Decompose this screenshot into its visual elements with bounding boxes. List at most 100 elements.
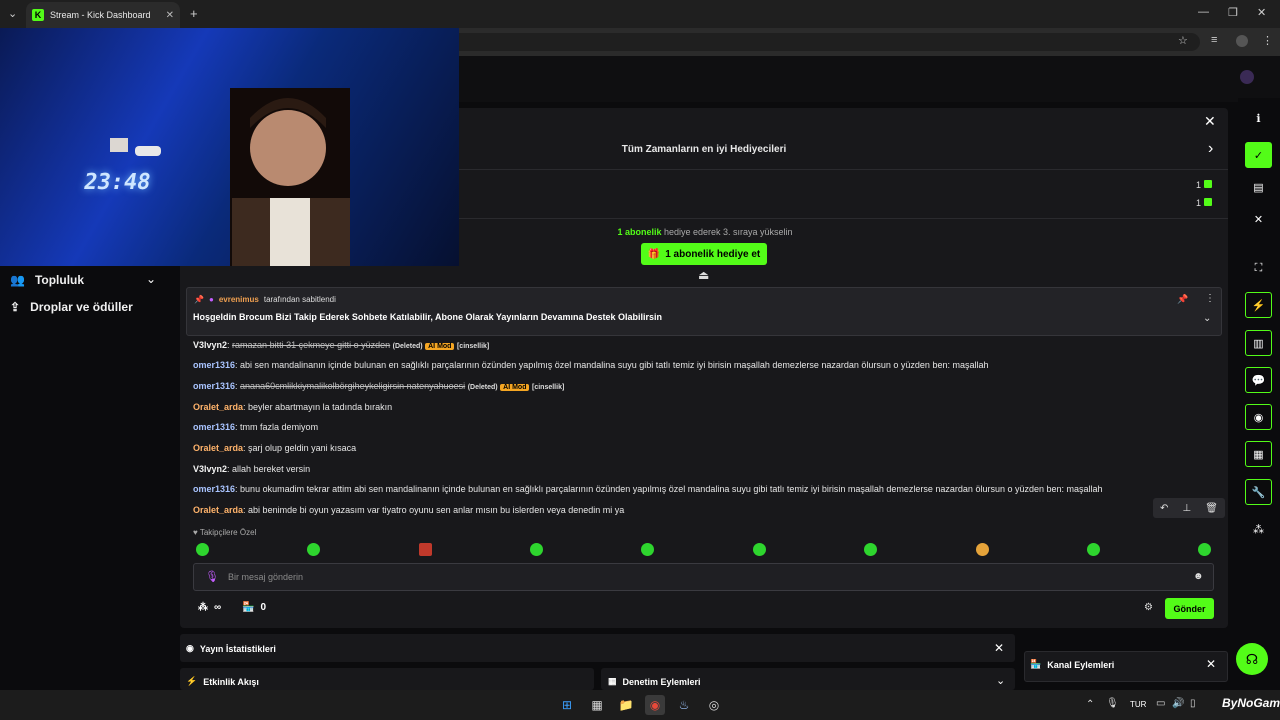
streamer-silhouette	[110, 88, 350, 266]
chat-message[interactable]: Oralet_arda: beyler abartmayın la tadınd…	[193, 402, 392, 412]
chat-username[interactable]: Oralet_arda	[193, 443, 243, 453]
file-explorer-icon[interactable]: 📁	[616, 695, 636, 715]
emote-icon[interactable]	[753, 543, 766, 556]
mic-icon[interactable]: 🎙	[205, 570, 219, 583]
chevron-right-icon[interactable]: ›	[1208, 140, 1213, 158]
info-icon[interactable]: ℹ	[1245, 105, 1272, 131]
panel-title: Etkinlik Akışı	[203, 676, 259, 687]
new-tab-icon[interactable]: +	[190, 6, 198, 21]
gift-rank-info: 1 abonelik hediye ederek 3. sıraya yükse…	[540, 227, 870, 237]
emote-icon[interactable]	[864, 543, 877, 556]
pin-icon[interactable]: ⊥	[1182, 503, 1191, 514]
emote-icon[interactable]	[196, 543, 209, 556]
tray-network-icon[interactable]: ▭	[1156, 698, 1165, 709]
bookmark-star-icon[interactable]: ☆	[1178, 34, 1188, 47]
chat-message[interactable]: Oralet_arda: şarj olup geldin yani kısac…	[193, 443, 356, 453]
tray-language[interactable]: TUR	[1130, 700, 1146, 709]
points-icon[interactable]: ⁂	[1245, 516, 1272, 542]
notes-icon[interactable]: ▥	[1245, 330, 1272, 356]
steam-icon[interactable]: ♨	[674, 695, 694, 715]
chat-username[interactable]: V3lvyn2	[193, 464, 227, 474]
emote-icon[interactable]	[307, 543, 320, 556]
tab-close-icon[interactable]: ✕	[166, 10, 174, 21]
tray-battery-icon[interactable]: ▯	[1190, 698, 1196, 709]
emote-icon[interactable]	[1087, 543, 1100, 556]
tray-chevron-icon[interactable]: ⌃	[1086, 699, 1094, 710]
chat-username[interactable]: omer1316	[193, 484, 235, 494]
chat-text: abi benimde bi oyun yazasım var tiyatro …	[248, 505, 625, 515]
close-icon[interactable]: ✕	[1204, 113, 1216, 130]
gift-icon	[1204, 180, 1213, 188]
lightning-icon[interactable]: ⚡	[1245, 292, 1272, 318]
emote-icon[interactable]	[976, 543, 989, 556]
wrench-icon[interactable]: 🔧	[1245, 479, 1272, 505]
fullscreen-icon[interactable]: ⛶	[1245, 255, 1272, 281]
broadcast-icon[interactable]: ◉	[1245, 404, 1272, 430]
gifter-count: 1	[1196, 198, 1213, 208]
watermark: ByNoGame	[1222, 696, 1280, 710]
reply-icon[interactable]: ↶	[1160, 503, 1168, 514]
layout-icon[interactable]: ▤	[1245, 174, 1272, 200]
emoji-icon[interactable]: ☻	[1193, 571, 1204, 582]
chat-username[interactable]: omer1316	[193, 381, 235, 391]
gift-subscription-button[interactable]: 🎁 1 abonelik hediye et	[641, 243, 767, 265]
channel-points[interactable]: ⁂ ∞	[198, 602, 221, 613]
window-close-icon[interactable]: ✕	[1257, 6, 1266, 19]
shop-button[interactable]: 🏪 0	[242, 602, 266, 613]
chat-message[interactable]: Oralet_arda: abi benimde bi oyun yazasım…	[193, 505, 624, 515]
top-gifters-title: Tüm Zamanların en iyi Hediyecileri	[621, 144, 787, 155]
chat-username[interactable]: V3lvyn2	[193, 340, 227, 350]
chat-text: şarj olup geldin yani kısaca	[248, 443, 357, 453]
minimize-icon[interactable]: —	[1198, 6, 1209, 18]
chat-input-placeholder[interactable]: Bir mesaj gönderin	[228, 572, 303, 582]
profile-avatar[interactable]	[1236, 35, 1248, 47]
chevron-down-icon[interactable]: ⌄	[996, 674, 1005, 687]
chat-username[interactable]: omer1316	[193, 422, 235, 432]
check-icon[interactable]: ✓	[1245, 142, 1272, 168]
collapse-icon[interactable]: ⏏	[698, 268, 709, 282]
support-icon[interactable]: ☊	[1236, 643, 1268, 675]
chat-username[interactable]: omer1316	[193, 360, 235, 370]
chrome-icon[interactable]: ◉	[645, 695, 665, 715]
calculator-icon[interactable]: ▦	[587, 695, 607, 715]
chat-input[interactable]	[193, 563, 1214, 591]
obs-icon[interactable]: ◎	[704, 695, 724, 715]
media-icon[interactable]: ≡	[1211, 34, 1217, 46]
omnibox[interactable]	[448, 33, 1200, 51]
chevron-down-icon[interactable]: ⌄	[146, 272, 156, 286]
delete-icon[interactable]: 🗑	[1205, 503, 1218, 514]
chat-username[interactable]: Oralet_arda	[193, 505, 243, 515]
emote-icon[interactable]	[641, 543, 654, 556]
gear-icon[interactable]: ⚙	[1144, 602, 1153, 613]
chat-username[interactable]: Oralet_arda	[193, 402, 243, 412]
chat-message[interactable]: omer1316: abi sen mandalinanın içinde bu…	[193, 360, 988, 370]
moderation-icon[interactable]: ▦	[1245, 441, 1272, 467]
emote-icon[interactable]	[419, 543, 432, 556]
chat-text: abi sen mandalinanın içinde bulunan en s…	[240, 360, 989, 370]
tab-search-icon[interactable]: ⌄	[8, 7, 17, 20]
send-button[interactable]: Gönder	[1165, 598, 1214, 619]
chat-message[interactable]: V3lvyn2: allah bereket versin	[193, 464, 310, 474]
chevron-down-icon[interactable]: ⌄	[1203, 313, 1211, 324]
maximize-icon[interactable]: ❐	[1228, 6, 1238, 19]
windows-start-icon[interactable]: ⊞	[557, 695, 577, 715]
emote-icon[interactable]	[530, 543, 543, 556]
sidebar-item-drops[interactable]: ⇪ Droplar ve ödüller	[10, 300, 133, 314]
chat-icon[interactable]: 💬	[1245, 367, 1272, 393]
chat-message[interactable]: omer1316: bunu okumadim tekrar attim abi…	[193, 484, 1103, 494]
chat-message[interactable]: omer1316: tmm fazla demiyom	[193, 422, 318, 432]
emote-icon[interactable]	[1198, 543, 1211, 556]
user-avatar[interactable]	[1240, 70, 1254, 84]
unpin-icon[interactable]: 📌	[1177, 294, 1188, 305]
close-icon[interactable]: ✕	[994, 641, 1004, 655]
close-icon[interactable]: ✕	[1245, 206, 1272, 232]
more-options-icon[interactable]: ⋮	[1205, 293, 1215, 304]
tray-volume-icon[interactable]: 🔊	[1172, 698, 1184, 709]
chat-message[interactable]: V3lvyn2: ramazan bitti 31 çekmeye gitti …	[193, 340, 489, 350]
browser-menu-icon[interactable]: ⋮	[1262, 34, 1273, 47]
tray-mic-icon[interactable]: 🎙	[1106, 698, 1119, 709]
browser-tab[interactable]: K Stream - Kick Dashboard ✕	[26, 2, 180, 28]
close-icon[interactable]: ✕	[1206, 657, 1216, 671]
chat-message[interactable]: omer1316: anana60cmlikkiymalikolbörgihey…	[193, 381, 564, 391]
sidebar-item-community[interactable]: 👥 Topluluk	[10, 273, 84, 287]
